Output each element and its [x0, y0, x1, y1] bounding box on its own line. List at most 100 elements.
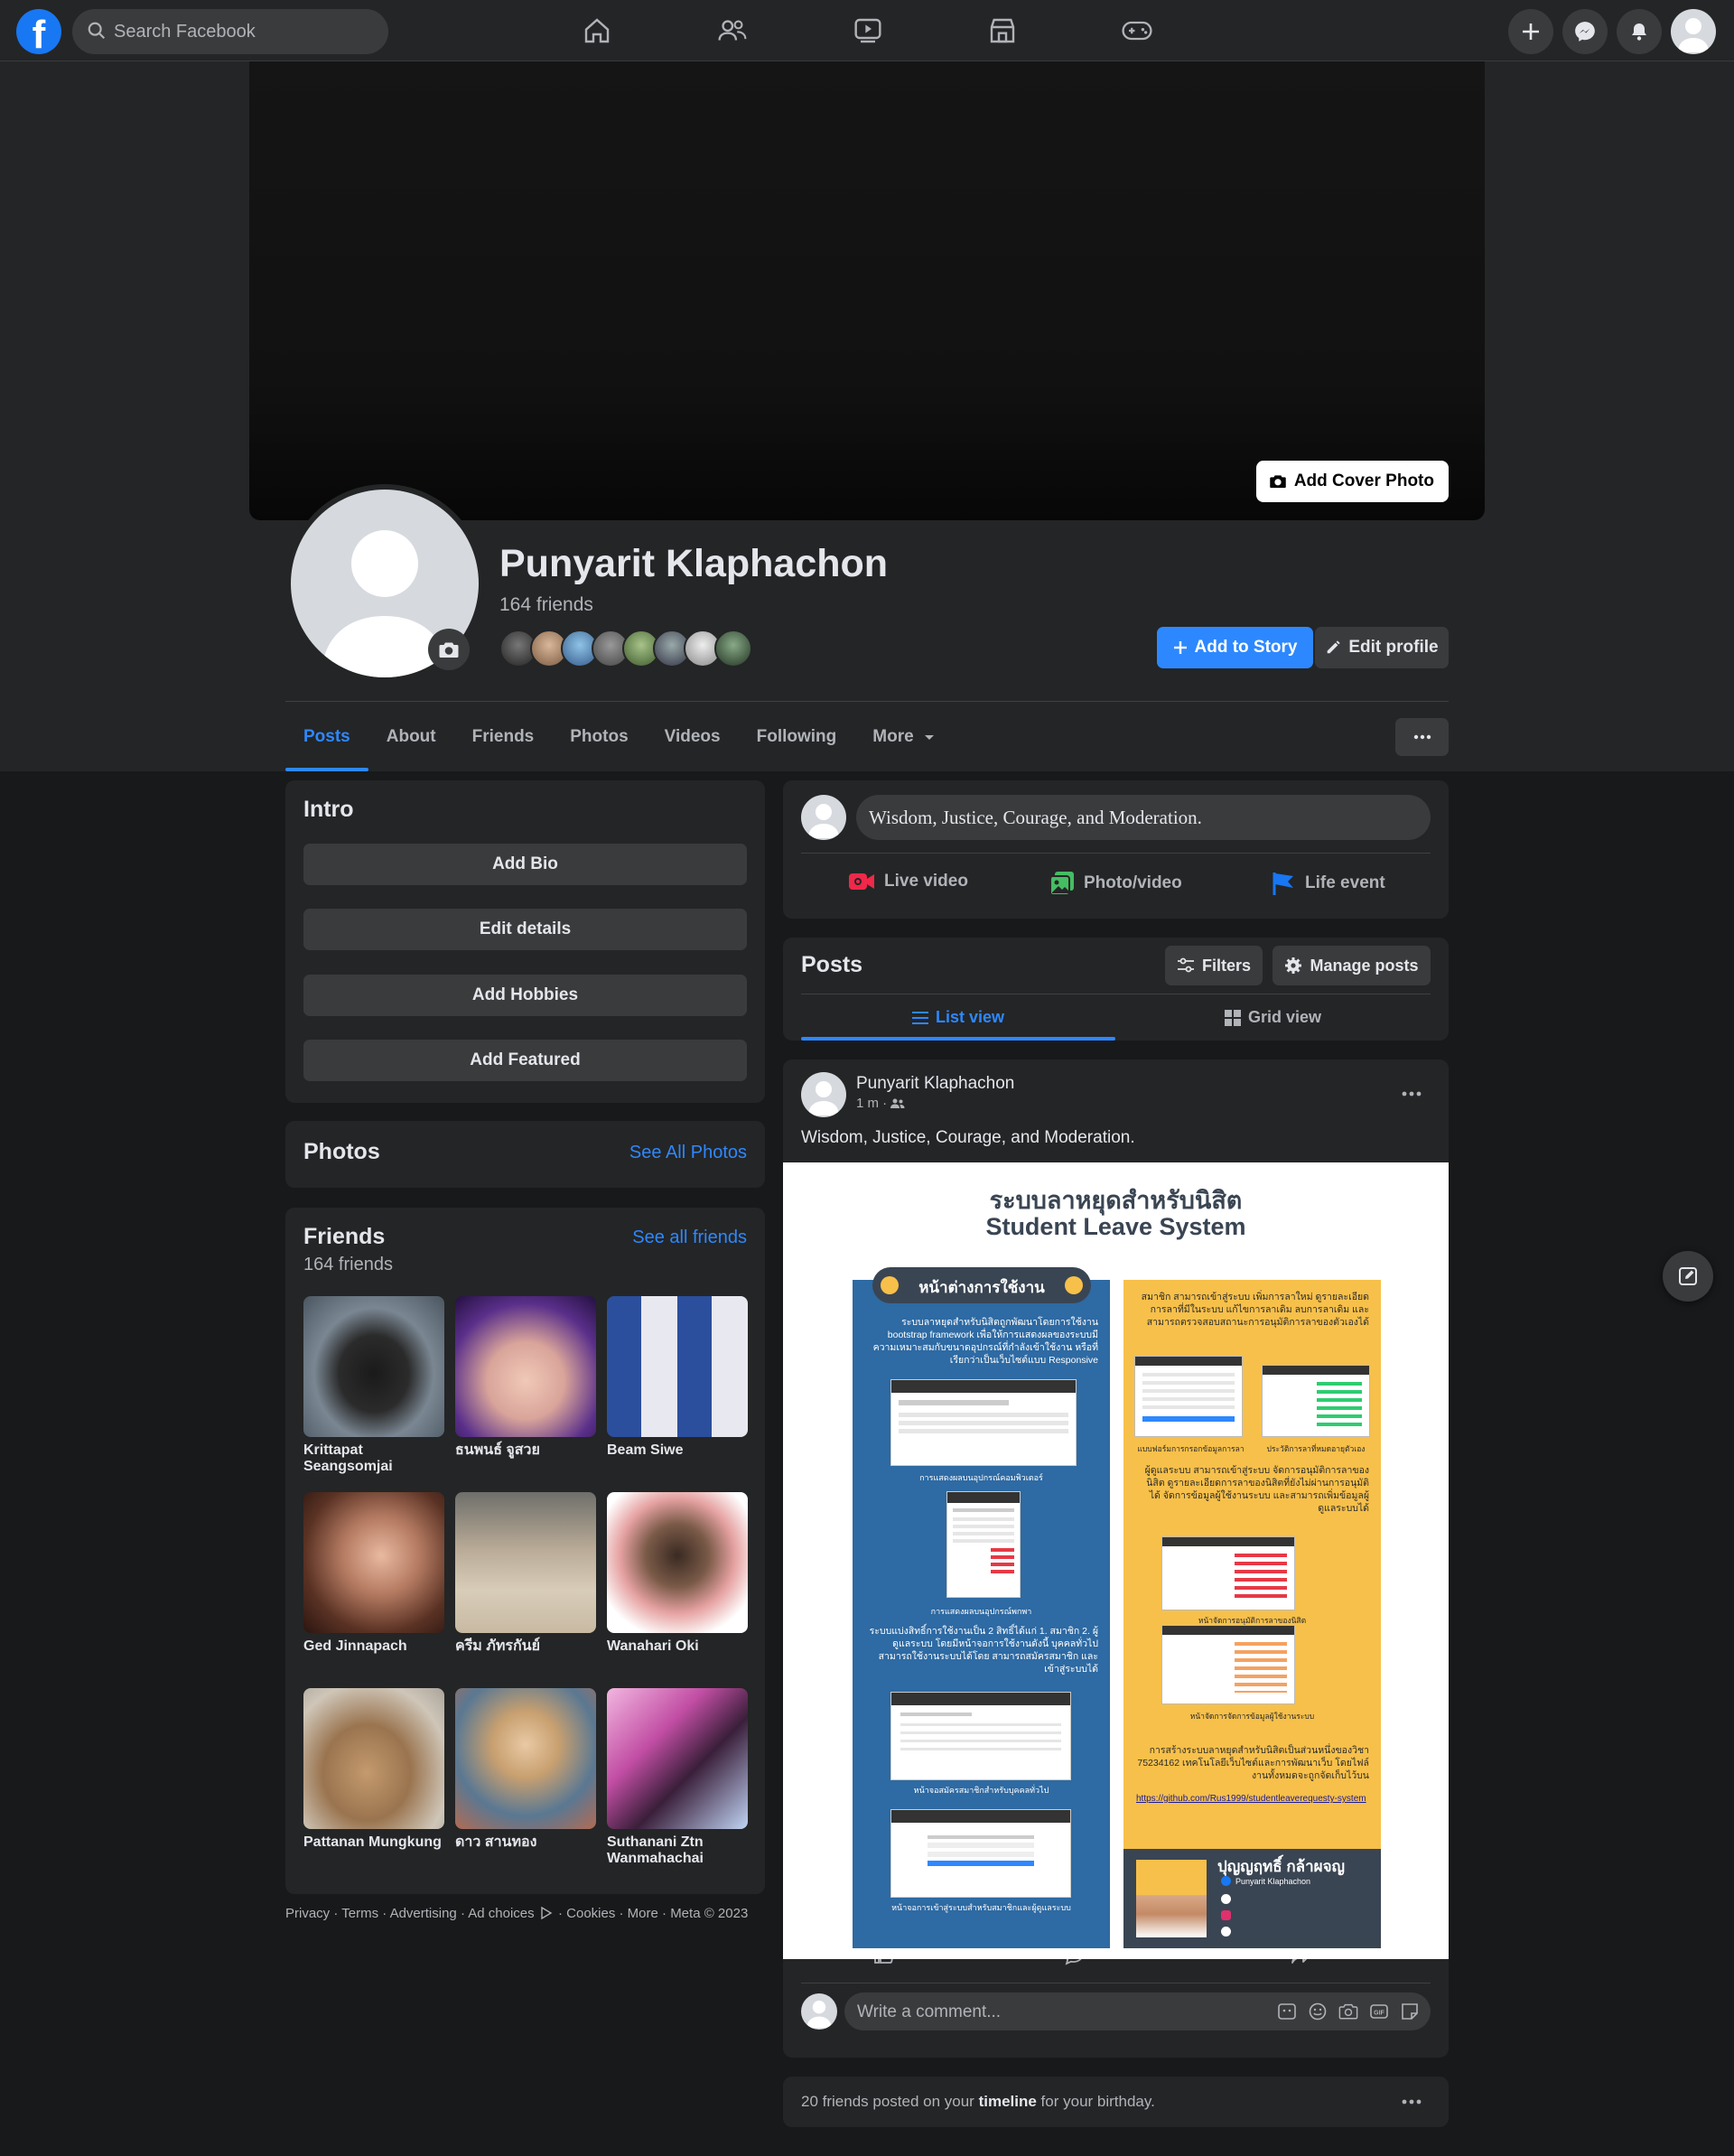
camera-icon[interactable]	[1338, 2002, 1358, 2021]
poster-screenshot	[890, 1809, 1071, 1898]
friend-photo[interactable]	[455, 1492, 596, 1633]
update-profile-picture-button[interactable]	[428, 629, 470, 670]
birthday-options-button[interactable]	[1394, 2084, 1430, 2120]
comment-input[interactable]: Write a comment... GIF	[844, 1993, 1431, 2030]
friend-photo[interactable]	[303, 1492, 444, 1633]
manage-posts-button[interactable]: Manage posts	[1273, 946, 1431, 985]
watch-tab[interactable]	[809, 5, 927, 56]
friend-tile[interactable]: ครีม ภัทรกันย์	[455, 1492, 596, 1655]
edit-profile-button[interactable]: Edit profile	[1315, 627, 1449, 668]
birthday-card: 20 friends posted on your timeline for y…	[783, 2077, 1449, 2127]
friend-name[interactable]: Beam Siwe	[607, 1442, 748, 1459]
camera-icon	[1270, 475, 1286, 489]
footer-links-text[interactable]: Privacy · Terms · Advertising · Ad choic…	[285, 1906, 535, 1921]
poster-author-fb-name: Punyarit Klaphachon	[1235, 1876, 1311, 1886]
friend-photo[interactable]	[303, 1688, 444, 1829]
profile-friends-count[interactable]: 164 friends	[499, 594, 593, 616]
comment-avatar[interactable]	[801, 1993, 837, 2030]
plus-icon	[1523, 23, 1539, 40]
footer-links-text-2[interactable]: · Cookies · More · Meta © 2023	[558, 1906, 748, 1921]
poster-right-cap2: ประวัติการลาที่หมดอายุตัวเอง	[1266, 1444, 1366, 1453]
poster-left-panel: หน้าต่างการใช้งาน ระบบลาหยุดสำหรับนิสิตถ…	[853, 1267, 1110, 1948]
friend-photo[interactable]	[455, 1688, 596, 1829]
composer-avatar[interactable]	[801, 795, 846, 840]
friend-tile[interactable]: Ged Jinnapach	[303, 1492, 444, 1655]
friend-tile[interactable]: Beam Siwe	[607, 1296, 748, 1459]
tab-more[interactable]: More	[854, 712, 953, 771]
post-composer: Wisdom, Justice, Courage, and Moderation…	[783, 780, 1449, 919]
friend-name[interactable]: ครีม ภัทรกันย์	[455, 1638, 596, 1655]
friend-tile[interactable]: ดาว สานทอง	[455, 1688, 596, 1851]
photo-video-button[interactable]: Photo/video	[1049, 871, 1182, 896]
camera-icon	[439, 642, 459, 658]
home-tab[interactable]	[538, 5, 656, 56]
add-hobbies-button[interactable]: Add Hobbies	[303, 975, 747, 1016]
friend-name[interactable]: ธนพนธ์ จูสวย	[455, 1442, 596, 1459]
friend-photo[interactable]	[607, 1296, 748, 1437]
friend-tile[interactable]: Krittapat Seangsomjai	[303, 1296, 444, 1475]
add-to-story-button[interactable]: Add to Story	[1157, 627, 1313, 668]
list-view-tab[interactable]: List view	[801, 994, 1115, 1041]
marketplace-tab[interactable]	[944, 5, 1061, 56]
composer-input[interactable]: Wisdom, Justice, Courage, and Moderation…	[856, 795, 1431, 840]
friend-name[interactable]: Ged Jinnapach	[303, 1638, 444, 1655]
friends-tab[interactable]	[674, 5, 791, 56]
friend-tile[interactable]: Wanahari Oki	[607, 1492, 748, 1655]
tab-posts[interactable]: Posts	[285, 712, 368, 771]
sticker-icon[interactable]	[1277, 2002, 1297, 2021]
friend-tile[interactable]: ธนพนธ์ จูสวย	[455, 1296, 596, 1459]
tab-videos[interactable]: Videos	[647, 712, 739, 771]
search-input[interactable]	[112, 9, 374, 54]
new-message-button[interactable]	[1663, 1251, 1713, 1302]
life-event-button[interactable]: Life event	[1271, 871, 1385, 896]
profile-more-options-button[interactable]	[1395, 718, 1449, 756]
filters-button[interactable]: Filters	[1165, 946, 1263, 985]
post-image[interactable]: ระบบลาหยุดสำหรับนิสิต Student Leave Syst…	[783, 1162, 1449, 1959]
tab-about[interactable]: About	[368, 712, 454, 771]
friend-photo[interactable]	[607, 1492, 748, 1633]
friend-photo[interactable]	[455, 1296, 596, 1437]
friend-name[interactable]: ดาว สานทอง	[455, 1834, 596, 1851]
post-options-button[interactable]	[1394, 1076, 1430, 1112]
see-all-photos-link[interactable]: See All Photos	[629, 1143, 747, 1163]
avatar-sticker-icon[interactable]	[1400, 2002, 1420, 2021]
top-navigation-bar: f	[0, 0, 1734, 61]
emoji-icon[interactable]	[1308, 2002, 1328, 2021]
gaming-tab[interactable]	[1078, 5, 1196, 56]
poster-left-para1: ระบบลาหยุดสำหรับนิสิตถูกพัฒนาโดยการใช้งา…	[872, 1317, 1098, 1366]
search-box[interactable]	[72, 9, 388, 54]
post-author-name[interactable]: Punyarit Klaphachon	[856, 1074, 1014, 1094]
add-cover-photo-button[interactable]: Add Cover Photo	[1255, 461, 1449, 502]
grid-view-tab[interactable]: Grid view	[1115, 994, 1431, 1041]
birthday-timeline-link[interactable]: timeline	[979, 2093, 1037, 2110]
friend-photo[interactable]	[303, 1296, 444, 1437]
friend-mini-avatar[interactable]	[714, 630, 752, 667]
edit-details-button[interactable]: Edit details	[303, 909, 747, 950]
poster-author-photo	[1136, 1860, 1207, 1937]
friend-photo[interactable]	[607, 1688, 748, 1829]
facebook-logo-icon[interactable]: f	[16, 9, 61, 54]
post-time[interactable]: 1 m ·	[856, 1096, 887, 1111]
gif-icon[interactable]: GIF	[1369, 2002, 1389, 2021]
friend-name[interactable]: Pattanan Mungkung	[303, 1834, 444, 1851]
see-all-friends-link[interactable]: See all friends	[632, 1227, 747, 1248]
friend-name[interactable]: Wanahari Oki	[607, 1638, 748, 1655]
profile-picture[interactable]	[285, 484, 484, 683]
tab-following[interactable]: Following	[739, 712, 855, 771]
tab-photos[interactable]: Photos	[552, 712, 646, 771]
add-bio-button[interactable]: Add Bio	[303, 844, 747, 885]
poster-left-cap3: หน้าจอสมัครสมาชิกสำหรับบุคคลทั่วไป	[913, 1786, 1049, 1795]
notifications-button[interactable]	[1617, 9, 1662, 54]
friend-tile[interactable]: Pattanan Mungkung	[303, 1688, 444, 1851]
friend-name[interactable]: Krittapat Seangsomjai	[303, 1442, 444, 1475]
post-author-avatar[interactable]	[801, 1072, 846, 1117]
messenger-button[interactable]	[1562, 9, 1608, 54]
tab-friends[interactable]: Friends	[454, 712, 553, 771]
create-button[interactable]	[1508, 9, 1553, 54]
friend-tile[interactable]: Suthanani Ztn Wanmahachai	[607, 1688, 748, 1867]
add-featured-button[interactable]: Add Featured	[303, 1040, 747, 1081]
live-video-button[interactable]: Live video	[848, 871, 968, 892]
friend-name[interactable]: Suthanani Ztn Wanmahachai	[607, 1834, 748, 1867]
birthday-text[interactable]: 20 friends posted on your timeline for y…	[801, 2093, 1155, 2111]
account-avatar[interactable]	[1671, 9, 1716, 54]
